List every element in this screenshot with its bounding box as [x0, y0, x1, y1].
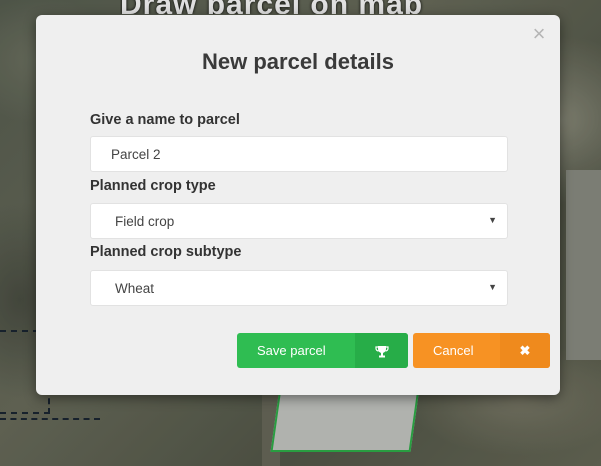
cancel-button[interactable]: Cancel ✖ — [413, 333, 550, 368]
cancel-label: Cancel — [433, 343, 474, 358]
caret-down-icon: ▼ — [488, 215, 497, 225]
save-parcel-button[interactable]: Save parcel — [237, 333, 408, 368]
crop-type-select[interactable]: Field crop ▼ — [90, 203, 508, 239]
parcel-name-input[interactable] — [91, 137, 507, 171]
save-parcel-label: Save parcel — [257, 343, 326, 358]
crop-type-value: Field crop — [115, 214, 175, 229]
close-x-icon: ✖ — [500, 333, 550, 368]
trophy-icon — [355, 333, 408, 368]
parcel-name-field[interactable] — [90, 136, 508, 172]
close-icon[interactable]: × — [528, 23, 550, 45]
crop-type-label: Planned crop type — [90, 178, 216, 194]
new-parcel-modal: × New parcel details Give a name to parc… — [36, 15, 560, 395]
crop-subtype-select[interactable]: Wheat ▼ — [90, 270, 508, 306]
caret-down-icon: ▼ — [488, 282, 497, 292]
parcel-name-label: Give a name to parcel — [90, 112, 240, 128]
modal-title: New parcel details — [202, 49, 394, 74]
crop-subtype-label: Planned crop subtype — [90, 244, 242, 260]
crop-subtype-value: Wheat — [115, 281, 155, 296]
